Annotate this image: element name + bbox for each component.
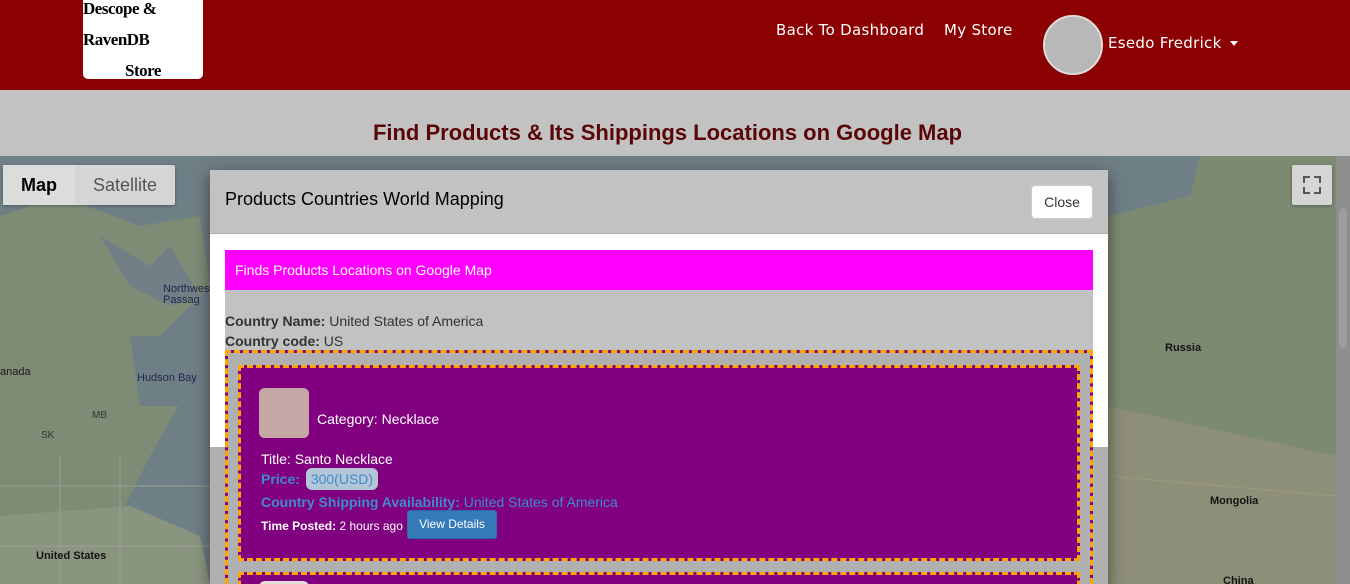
caret-down-icon bbox=[1229, 41, 1238, 46]
map-label-mb: MB bbox=[92, 410, 107, 421]
map-label-mongolia: Mongolia bbox=[1210, 495, 1259, 507]
map-label-canada: anada bbox=[0, 366, 31, 378]
time-posted-value: 2 hours ago bbox=[339, 519, 403, 533]
map-label-united-states: United States bbox=[36, 550, 107, 562]
modal-title: Products Countries World Mapping bbox=[225, 189, 504, 209]
product-card: Category: Necklace Title: Santo Necklace… bbox=[238, 365, 1080, 561]
price-label: Price: bbox=[261, 471, 300, 487]
map-type-control: Map Satellite bbox=[3, 165, 176, 205]
fullscreen-icon bbox=[1303, 176, 1321, 194]
map-label-china: China bbox=[1223, 575, 1254, 584]
fullscreen-button[interactable] bbox=[1292, 165, 1332, 205]
avatar[interactable] bbox=[1043, 15, 1103, 75]
map-label-northwest: Northwest Passag bbox=[163, 283, 213, 306]
scrollbar-thumb[interactable] bbox=[1339, 208, 1347, 348]
product-price-line: Price: 300(USD) bbox=[261, 468, 379, 490]
modal-header: Products Countries World Mapping Close bbox=[210, 170, 1108, 234]
logo-line-1: Descope & RavenDB bbox=[83, 0, 157, 49]
product-time-line: Time Posted: 2 hours ago bbox=[261, 519, 403, 533]
view-details-button[interactable]: View Details bbox=[407, 510, 497, 539]
back-to-dashboard-link[interactable]: Back To Dashboard bbox=[776, 21, 924, 39]
map-type-map-button[interactable]: Map bbox=[3, 165, 75, 205]
country-code-line: Country code: US bbox=[225, 333, 343, 349]
map-label-sk: SK bbox=[41, 430, 55, 441]
page-scrollbar[interactable] bbox=[1336, 156, 1350, 584]
shipping-value: United States of America bbox=[463, 494, 618, 510]
product-title: Title: Santo Necklace bbox=[261, 451, 393, 467]
product-list-container: Category: Necklace Title: Santo Necklace… bbox=[225, 350, 1093, 584]
country-name-value: United States of America bbox=[329, 313, 484, 329]
price-badge: 300(USD) bbox=[305, 468, 379, 490]
user-menu-toggle[interactable]: Esedo Fredrick bbox=[1108, 34, 1238, 52]
product-image bbox=[259, 388, 309, 438]
map-type-satellite-button[interactable]: Satellite bbox=[75, 165, 175, 205]
map-label-hudson-bay: Hudson Bay bbox=[137, 372, 197, 384]
product-card-next bbox=[238, 572, 1080, 584]
country-name-label: Country Name: bbox=[225, 313, 326, 329]
country-name-line: Country Name: United States of America bbox=[225, 313, 483, 329]
country-code-label: Country code: bbox=[225, 333, 320, 349]
product-shipping-line: Country Shipping Availability: United St… bbox=[261, 494, 618, 510]
shipping-label: Country Shipping Availability: bbox=[261, 494, 460, 510]
logo-line-2: Store bbox=[125, 61, 161, 80]
country-code-value: US bbox=[323, 333, 344, 349]
finds-products-banner: Finds Products Locations on Google Map bbox=[225, 250, 1093, 290]
time-posted-label: Time Posted: bbox=[261, 519, 337, 533]
map-label-russia: Russia bbox=[1165, 342, 1202, 354]
my-store-link[interactable]: My Store bbox=[944, 21, 1013, 39]
store-logo[interactable]: Descope & RavenDB Store bbox=[83, 0, 203, 80]
top-navbar: Descope & RavenDB Store Back To Dashboar… bbox=[0, 0, 1350, 90]
close-button[interactable]: Close bbox=[1031, 185, 1093, 219]
user-name: Esedo Fredrick bbox=[1108, 34, 1222, 52]
page-title: Find Products & Its Shippings Locations … bbox=[372, 120, 963, 145]
product-category: Category: Necklace bbox=[317, 411, 440, 427]
